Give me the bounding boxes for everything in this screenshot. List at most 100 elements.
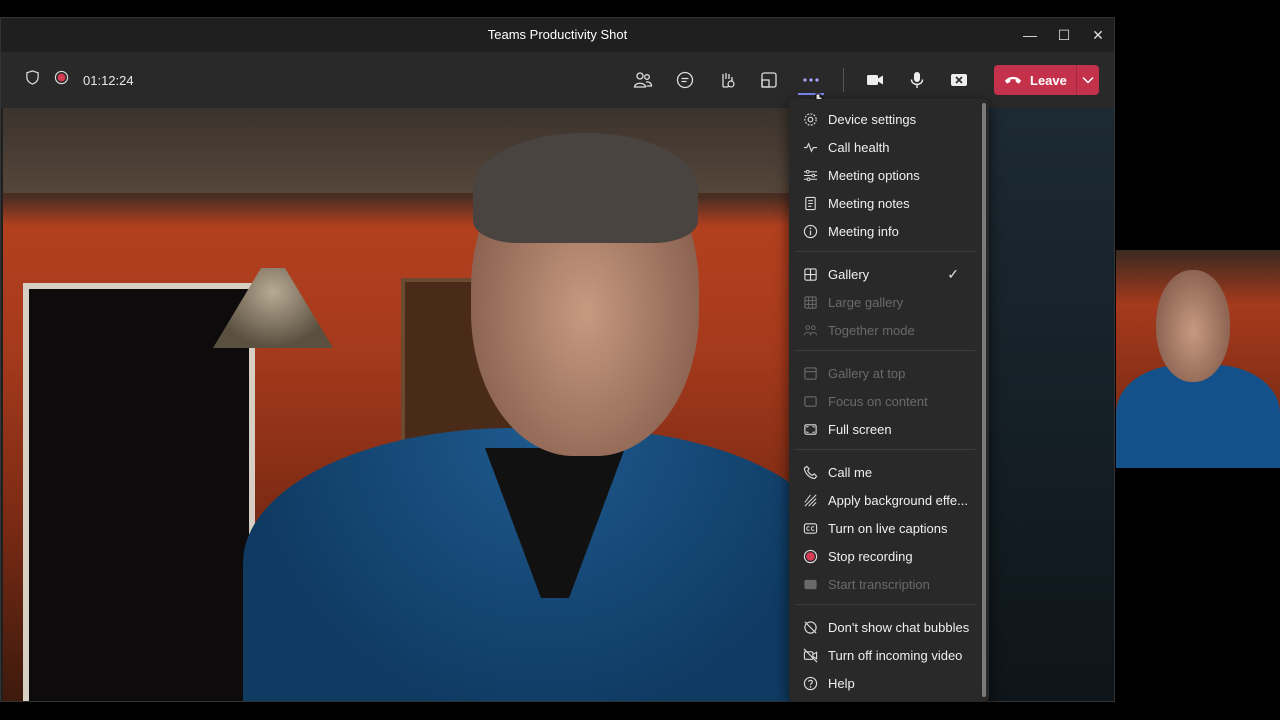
- chat-icon: [676, 71, 694, 89]
- menu-item-label: Call health: [828, 139, 890, 155]
- menu-item-start-transcription: Start transcription: [789, 570, 979, 598]
- menu-item-stop-recording[interactable]: Stop recording: [789, 542, 979, 570]
- gear-icon: [802, 111, 818, 127]
- no-video-icon: [802, 647, 818, 663]
- meeting-timer: 01:12:24: [83, 72, 134, 88]
- background-icon: [802, 492, 818, 508]
- minimize-button[interactable]: —: [1013, 18, 1047, 52]
- rooms-icon: [761, 72, 777, 88]
- menu-item-label: Meeting options: [828, 167, 920, 183]
- video-bg-window: [988, 108, 1114, 701]
- checkmark-icon: ✓: [947, 265, 959, 282]
- rooms-button[interactable]: [756, 67, 782, 93]
- menu-item-meeting-notes[interactable]: Meeting notes: [789, 189, 979, 217]
- help-icon: [802, 675, 818, 691]
- menu-item-label: Start transcription: [828, 576, 930, 592]
- menu-item-label: Help: [828, 675, 855, 691]
- self-view-face: [1156, 270, 1230, 382]
- toolbar-divider: [843, 68, 844, 92]
- menu-item-call-me[interactable]: Call me: [789, 458, 979, 486]
- camera-icon: [867, 75, 883, 85]
- pulse-icon: [802, 139, 818, 155]
- people-icon: [802, 322, 818, 338]
- menu-scrollbar[interactable]: [982, 103, 986, 697]
- meeting-status: 01:12:24: [25, 70, 134, 90]
- menu-item-turn-on-live-captions[interactable]: Turn on live captions: [789, 514, 979, 542]
- menu-separator: [795, 350, 975, 351]
- menu-separator: [795, 251, 975, 252]
- more-actions-button[interactable]: [798, 67, 824, 95]
- more-dots-icon: [803, 78, 819, 82]
- menu-item-label: Gallery at top: [828, 365, 906, 381]
- sliders-icon: [802, 167, 818, 183]
- gallery-top-icon: [802, 365, 818, 381]
- menu-item-large-gallery: Large gallery: [789, 288, 979, 316]
- notes-icon: [802, 195, 818, 211]
- menu-item-meeting-info[interactable]: Meeting info: [789, 217, 979, 245]
- menu-item-label: Apply background effe...: [828, 492, 968, 508]
- phone-icon: [802, 464, 818, 480]
- menu-item-label: Together mode: [828, 322, 915, 338]
- shield-icon[interactable]: [25, 70, 40, 90]
- menu-item-label: Full screen: [828, 421, 892, 437]
- menu-item-label: Turn on live captions: [828, 520, 948, 536]
- menu-item-focus-on-content: Focus on content: [789, 387, 979, 415]
- menu-item-gallery-at-top: Gallery at top: [789, 359, 979, 387]
- menu-item-label: Meeting notes: [828, 195, 910, 211]
- menu-item-apply-background-effe[interactable]: Apply background effe...: [789, 486, 979, 514]
- people-button[interactable]: [630, 67, 656, 93]
- reactions-button[interactable]: [714, 67, 740, 93]
- chat-button[interactable]: [672, 67, 698, 93]
- focus-icon: [802, 393, 818, 409]
- stop-share-icon: [951, 74, 967, 86]
- leave-options-button[interactable]: [1077, 76, 1099, 84]
- people-icon: [633, 72, 653, 88]
- menu-item-label: Stop recording: [828, 548, 913, 564]
- menu-item-device-settings[interactable]: Device settings: [789, 105, 979, 133]
- no-chat-icon: [802, 619, 818, 635]
- leave-main[interactable]: Leave: [994, 73, 1076, 88]
- hang-up-icon: [1004, 76, 1022, 84]
- menu-item-label: Call me: [828, 464, 873, 480]
- menu-item-label: Don't show chat bubbles: [828, 619, 970, 635]
- menu-item-full-screen[interactable]: Full screen: [789, 415, 979, 443]
- grid-icon: [802, 266, 818, 282]
- menu-item-don-t-show-chat-bubbles[interactable]: Don't show chat bubbles: [789, 613, 979, 641]
- maximize-button[interactable]: ☐: [1047, 18, 1081, 52]
- menu-item-label: Turn off incoming video: [828, 647, 963, 663]
- large-grid-icon: [802, 294, 818, 310]
- close-window-button[interactable]: ✕: [1081, 18, 1115, 52]
- transcript-icon: [802, 576, 818, 592]
- menu-item-label: Meeting info: [828, 223, 899, 239]
- leave-button[interactable]: Leave: [994, 65, 1099, 95]
- menu-item-label: Gallery: [828, 266, 870, 282]
- menu-item-call-health[interactable]: Call health: [789, 133, 979, 161]
- raise-hand-icon: [722, 73, 735, 88]
- window-title: Teams Productivity Shot: [487, 27, 628, 42]
- title-bar: Teams Productivity Shot — ☐ ✕: [1, 18, 1114, 52]
- recording-indicator-icon: [54, 70, 69, 90]
- menu-separator: [795, 449, 975, 450]
- menu-item-label: Device settings: [828, 111, 917, 127]
- chevron-down-icon: [1082, 76, 1094, 84]
- menu-separator: [795, 604, 975, 605]
- menu-item-label: Focus on content: [828, 393, 928, 409]
- menu-item-help[interactable]: Help: [789, 669, 979, 697]
- microphone-button[interactable]: [904, 67, 930, 93]
- menu-item-label: Large gallery: [828, 294, 904, 310]
- info-icon: [802, 223, 818, 239]
- leave-label: Leave: [1030, 72, 1067, 88]
- record-icon: [802, 548, 818, 564]
- fullscreen-icon: [802, 421, 818, 437]
- participant-hair: [473, 133, 698, 243]
- self-view-thumbnail[interactable]: [1116, 250, 1280, 468]
- camera-button[interactable]: [862, 67, 888, 93]
- captions-icon: [802, 520, 818, 536]
- share-content-button[interactable]: [946, 67, 972, 93]
- microphone-icon: [910, 72, 924, 88]
- more-actions-menu: Device settings Call health Meeting option…: [789, 99, 989, 702]
- menu-item-meeting-options[interactable]: Meeting options: [789, 161, 979, 189]
- menu-item-turn-off-incoming-video[interactable]: Turn off incoming video: [789, 641, 979, 669]
- menu-item-together-mode: Together mode: [789, 316, 979, 344]
- menu-item-gallery[interactable]: Gallery ✓: [789, 260, 979, 288]
